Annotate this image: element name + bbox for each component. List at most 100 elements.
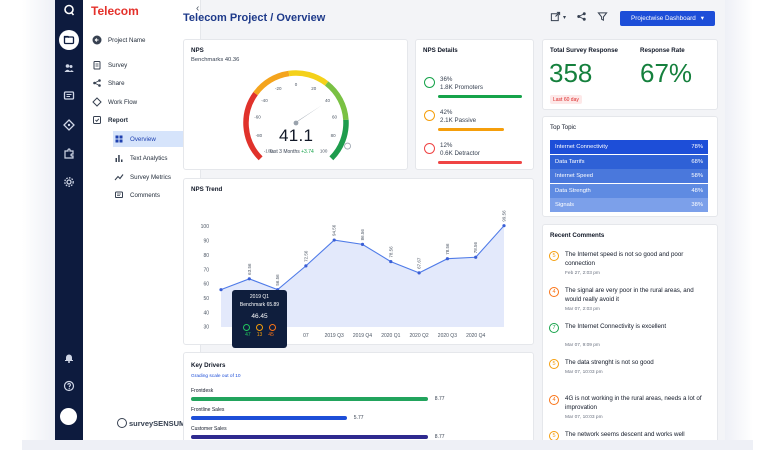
sidebar-item-report[interactable]: Report [91,112,195,128]
comment-item[interactable]: 4 4G is not working in the rural areas, n… [549,394,709,428]
driver-bar [191,416,347,420]
sidebar-item-comments[interactable]: Comments [113,187,193,203]
tooltip-passive: 13 [256,332,263,338]
x-tick-label: 07 [303,333,309,339]
top-topic-card: Top Topic Internet Connectivity 78% Data T… [542,116,718,217]
response-rate-title: Response Rate [640,47,685,54]
trend-point [304,264,308,268]
rating-badge: 7 [549,323,559,333]
message-icon[interactable] [59,86,79,106]
diamond-icon[interactable] [59,115,79,135]
period-chip: Last 60 day [550,95,582,104]
comment-text: 4G is not working in the rural areas, ne… [565,395,702,411]
topic-label: Internet Connectivity [555,144,608,150]
nps-detail-bar [438,95,522,98]
help-icon[interactable] [59,376,79,396]
nps-delta: +3.74 [301,149,314,155]
footer-logo: surveySENSUM [117,418,185,428]
comment-item[interactable]: 4 The signal are very poor in the rural a… [549,286,709,320]
sidebar-item-survey[interactable]: Survey [91,57,195,73]
sidebar-item-label: Survey Metrics [130,173,171,181]
backdrop-right [725,0,753,440]
nps-score: 41.1 [279,126,314,145]
y-tick-label: 50 [203,296,209,302]
topic-row[interactable]: Internet Speed 58% [550,169,708,183]
sidebar-item-label: Survey [108,61,128,69]
export-icon[interactable] [550,11,561,24]
passive-face-icon [256,324,263,331]
back-arrow-icon [91,35,102,46]
trend-point [389,259,393,264]
project-name-item[interactable]: Project Name [91,32,195,48]
comment-item[interactable]: 5 The data strenght is not so good Mar 07,… [549,358,709,392]
topic-row[interactable]: Internet Connectivity 78% [550,140,708,154]
rating-badge: 5 [549,251,559,261]
topic-percent: 58% [691,173,703,179]
sidebar-item-survey-metrics[interactable]: Survey Metrics [113,169,193,185]
report-icon [91,115,102,126]
folder-icon[interactable] [59,30,79,50]
gauge-hub [293,120,299,126]
y-tick-label: 60 [203,282,209,288]
avatar[interactable] [60,408,77,425]
chevron-down-icon[interactable]: ▾ [563,14,566,21]
comment-text: The network seems descent and works well [565,431,685,438]
dashboard-dropdown-button[interactable]: Projectwise Dashboard ▾ [620,11,715,26]
x-tick-label: 2020 Q4 [466,333,485,339]
gauge-tick-label: 80 [331,133,337,138]
rating-badge: 5 [549,431,559,440]
data-label: 63.56 [247,263,252,275]
sidebar-item-label: Report [108,116,128,124]
nps-detail-label: 0.6K Detractor [440,150,480,157]
puzzle-icon[interactable] [59,144,79,164]
bell-icon[interactable] [59,348,79,368]
sidebar-item-label: Work Flow [108,98,138,106]
clipboard-icon [91,60,102,71]
nps-detail-label: 2.1K Passive [440,117,477,124]
gauge-tick-label: 0 [295,82,298,87]
app-logo-icon[interactable] [59,0,79,20]
recent-comments-card: Recent Comments 5 The Internet speed is n… [542,224,718,440]
comment-date: Mar 07, 10:03 pm [565,370,603,375]
gauge-tick-label: 100 [320,148,328,153]
comment-item[interactable]: 5 The network seems descent and works wel… [549,430,709,440]
driver-label: Frontdesk [191,388,214,394]
response-card: Total Survey Response 358 Last 60 day Re… [542,39,718,110]
settings-icon[interactable] [59,172,79,192]
nps-period-label: last 3 Months [270,149,300,155]
footer-logo-text: surveySENSUM [129,418,186,428]
topic-percent: 78% [691,144,703,150]
trend-point [247,277,251,281]
trend-point [445,257,449,261]
sidebar-item-workflow[interactable]: Work Flow [91,94,195,110]
driver-bar [191,397,428,401]
users-icon[interactable] [59,58,79,78]
driver-label: Customer Sales [191,426,227,432]
key-drivers-title: Key Drivers [191,362,226,369]
backdrop-bottom [22,440,753,450]
workflow-icon [91,97,102,108]
share-icon[interactable] [576,11,587,24]
topic-row[interactable]: Data Tarrifs 68% [550,154,708,169]
nps-title: NPS [191,47,204,54]
topic-percent: 48% [691,187,703,194]
topic-row[interactable]: Signals 38% [550,198,708,212]
y-tick-label: 90 [203,239,209,245]
x-tick-label: 2020 Q3 [438,333,457,339]
data-label: 86.56 [360,229,365,241]
comment-item[interactable]: 7 The Internet Connectivity is excellent M… [549,322,709,356]
chevron-down-icon: ▾ [700,15,704,22]
comment-item[interactable]: 5 The Internet speed is not so good and p… [549,250,709,284]
header-tools: ▾ [550,11,608,24]
tooltip-faces [232,324,287,331]
nps-trend-card: NPS Trend 30 40 50 60 70 80 90 100 63.56 56.56 72.… [183,178,534,348]
sidebar-item-share[interactable]: Share [91,75,195,91]
comment-date: Feb 27, 2:03 pm [565,271,600,276]
sidebar-item-text-analytics[interactable]: Text Analytics [113,150,193,166]
tooltip-value: 46.45 [251,313,268,320]
filter-icon[interactable] [597,11,608,24]
topic-row[interactable]: Data Strength 48% [550,183,708,198]
trend-icon [113,172,124,183]
topic-percent: 68% [691,158,703,165]
nps-details-card: NPS Details 36% 1.8K Promoters 42% 2.1K Pas… [415,39,534,170]
